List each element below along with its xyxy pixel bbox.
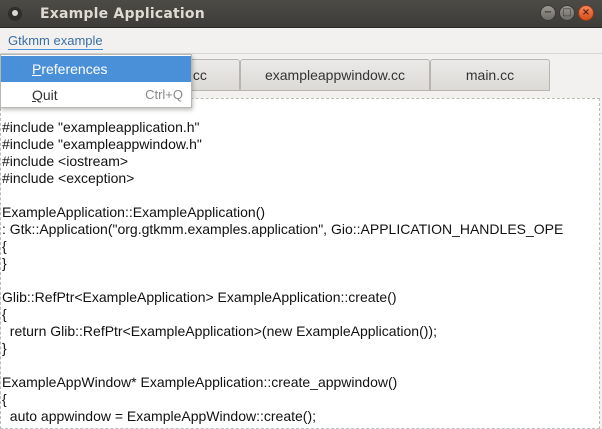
mnemonic: P <box>32 61 42 77</box>
code-editor[interactable]: #include "exampleapplication.h" #include… <box>0 98 600 429</box>
app-menu-icon[interactable] <box>8 7 22 21</box>
menu-item-accelerator: Ctrl+Q <box>145 87 183 102</box>
gtkmm-example-menu: Preferences Quit Ctrl+Q <box>0 54 192 108</box>
menu-gtkmm-example-label: Gtkmm example <box>8 33 103 50</box>
mnemonic: Q <box>32 87 43 103</box>
menu-item-quit[interactable]: Quit Ctrl+Q <box>1 82 191 108</box>
menu-item-label: uit <box>42 87 58 103</box>
maximize-button[interactable]: □ <box>559 5 575 21</box>
tab-label: main.cc <box>465 67 515 83</box>
tab-main[interactable]: main.cc <box>430 59 550 91</box>
menu-item-preferences[interactable]: Preferences <box>1 56 191 82</box>
menu-gtkmm-example[interactable]: Gtkmm example <box>2 28 109 54</box>
window-title: Example Application <box>40 6 205 22</box>
menu-item-label: references <box>41 61 108 77</box>
source-code[interactable]: #include "exampleapplication.h" #include… <box>2 119 563 425</box>
minimize-button[interactable]: − <box>540 5 556 21</box>
tab-exampleappwindow[interactable]: exampleappwindow.cc <box>240 59 430 91</box>
tab-label: exampleappwindow.cc <box>264 67 406 83</box>
title-bar: Example Application − □ × <box>0 0 602 28</box>
close-button[interactable]: × <box>578 5 594 21</box>
